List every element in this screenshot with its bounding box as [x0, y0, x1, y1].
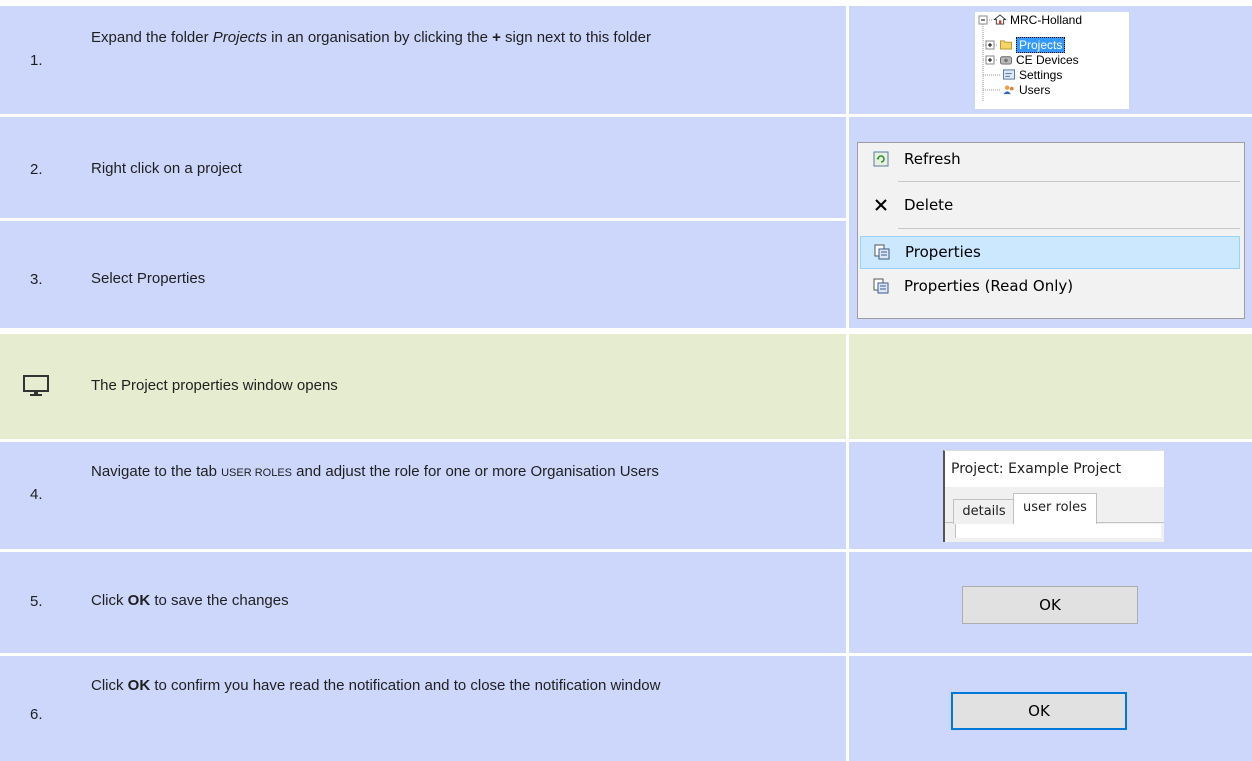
ok-button[interactable]: OK [962, 586, 1138, 624]
step-text-cell: 1. Expand the folder Projects in an orga… [0, 6, 846, 114]
tree-item-settings[interactable]: Settings [1002, 68, 1062, 82]
step-number: 6. [30, 706, 43, 723]
tab-details[interactable]: details [953, 499, 1015, 524]
info-text: The Project properties window opens [91, 377, 338, 394]
tree-item-users[interactable]: Users [1002, 83, 1050, 97]
settings-icon [1003, 69, 1015, 80]
step-text-cell: 4. Navigate to the tab USER ROLES and ad… [0, 442, 846, 549]
device-icon [1000, 56, 1012, 65]
step-number: 3. [30, 271, 43, 288]
tree-item-ce-devices[interactable]: CE Devices [999, 53, 1079, 67]
step-text-cell: 3. Select Properties [0, 221, 846, 328]
menu-item-properties[interactable]: Properties [860, 236, 1240, 269]
tab-user-roles[interactable]: user roles [1013, 493, 1097, 525]
step-number: 2. [30, 161, 43, 178]
tab-strip: details user roles [945, 487, 1164, 542]
step-number: 1. [30, 52, 43, 69]
step-text: Click OK to save the changes [91, 592, 289, 609]
monitor-icon [23, 375, 49, 396]
properties-read-only-icon [873, 278, 889, 294]
organisation-tree: MRC-Holland Projects CE Devices Settings… [975, 12, 1129, 109]
delete-icon [875, 199, 887, 211]
info-text-cell: The Project properties window opens [0, 334, 846, 439]
project-window-title: Project: Example Project [945, 451, 1164, 487]
menu-separator [898, 228, 1240, 229]
menu-item-refresh[interactable]: Refresh [858, 143, 1244, 176]
info-image-cell [849, 334, 1252, 439]
step-text-cell: 6. Click OK to confirm you have read the… [0, 656, 846, 761]
tree-item-projects[interactable]: Projects [999, 37, 1066, 53]
step-number: 4. [30, 486, 43, 503]
menu-item-delete[interactable]: Delete [858, 189, 1244, 222]
step-text-cell: 5. Click OK to save the changes [0, 552, 846, 653]
project-properties-window: Project: Example Project details user ro… [943, 450, 1164, 542]
tree-item-root[interactable]: MRC-Holland [993, 13, 1082, 27]
step-number: 5. [30, 593, 43, 610]
step-text: Select Properties [91, 270, 206, 287]
context-menu: Refresh Delete Properties Properties (Re… [857, 142, 1245, 319]
menu-separator [898, 181, 1240, 182]
folder-icon [1000, 40, 1012, 50]
refresh-icon [873, 151, 889, 167]
step-text: Click OK to confirm you have read the no… [91, 677, 661, 694]
step-text: Right click on a project [91, 160, 242, 177]
step-text: Navigate to the tab USER ROLES and adjus… [91, 463, 659, 480]
tab-content [955, 524, 1161, 538]
step-text: Expand the folder Projects in an organis… [91, 29, 651, 46]
ok-confirm-button[interactable]: OK [951, 692, 1127, 730]
menu-item-properties-read-only[interactable]: Properties (Read Only) [858, 270, 1244, 303]
users-icon [1003, 85, 1014, 95]
step-text-cell: 2. Right click on a project [0, 117, 846, 218]
info-row: The Project properties window opens [0, 334, 1252, 439]
home-icon [993, 14, 1007, 25]
properties-icon [874, 244, 890, 260]
